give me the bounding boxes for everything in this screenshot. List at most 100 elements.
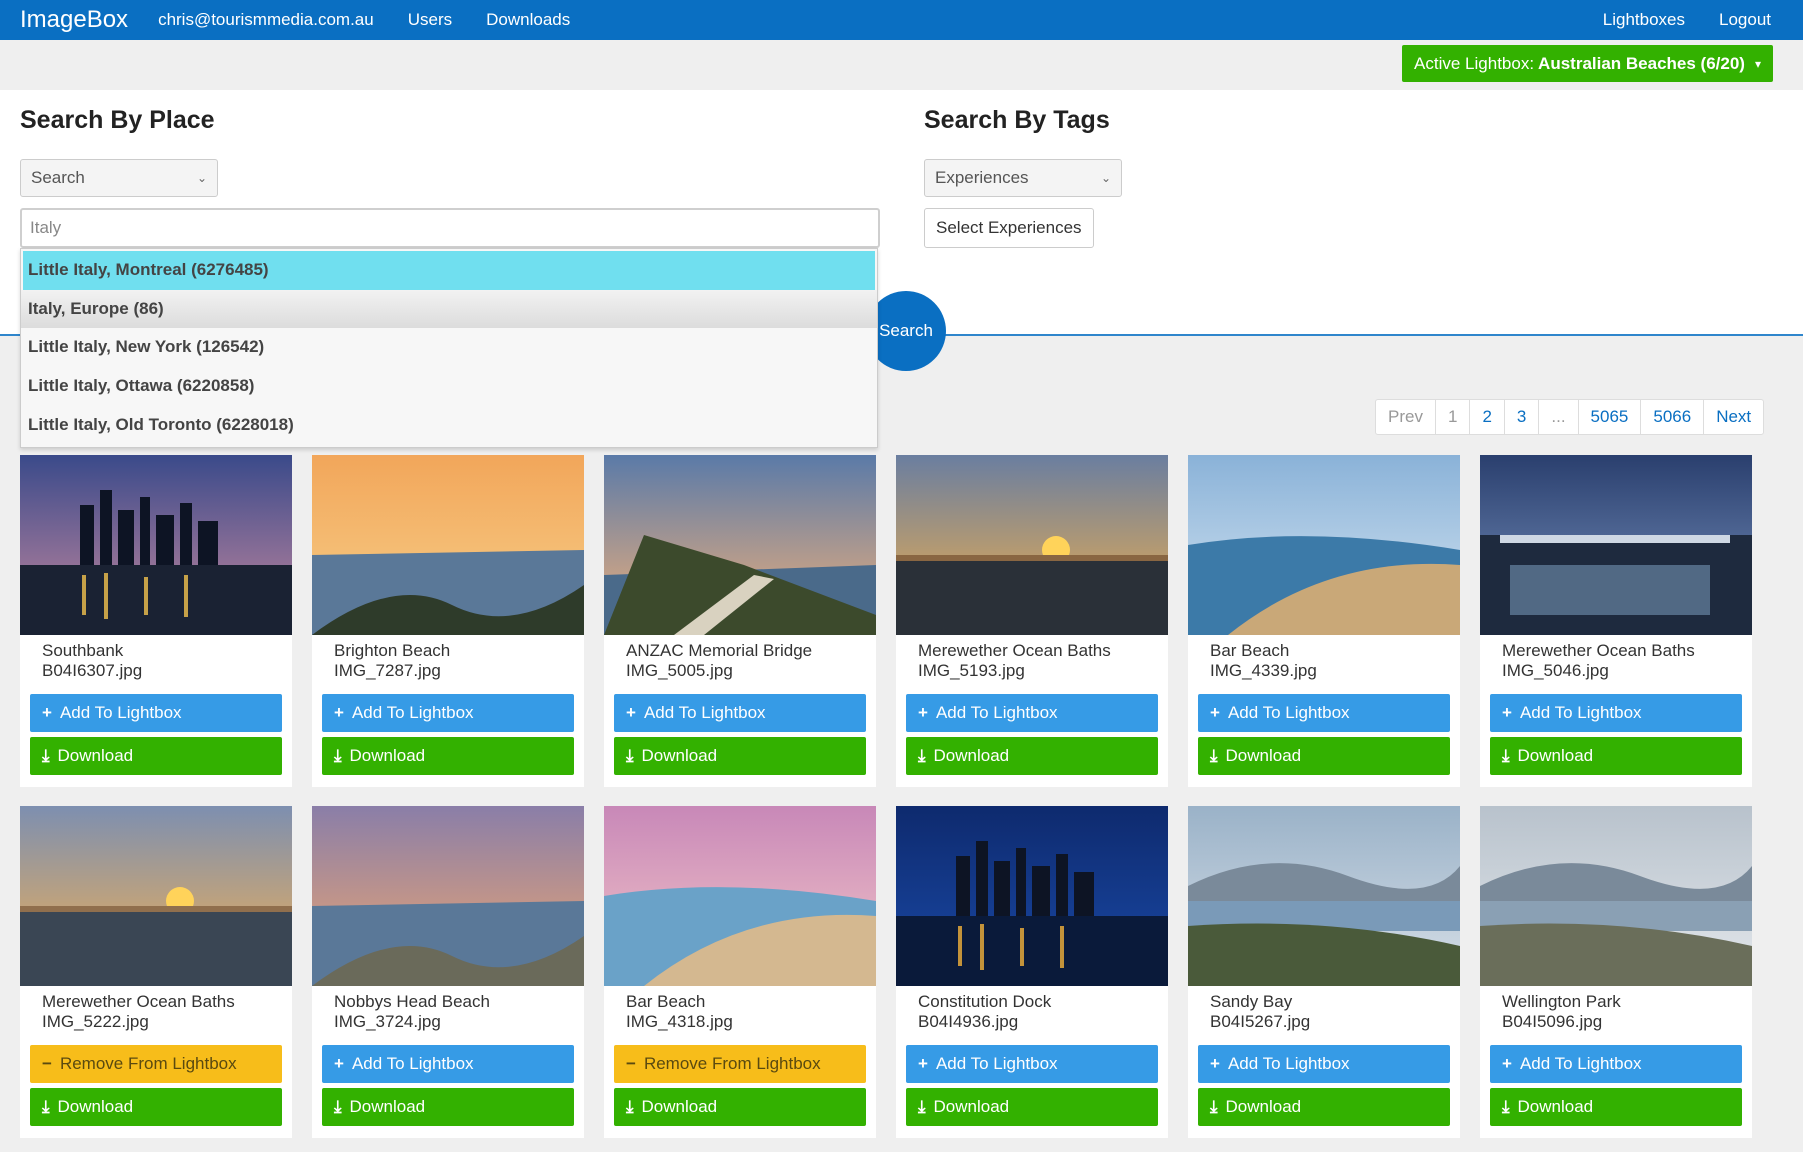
- download-button[interactable]: ⤓ Download: [1198, 737, 1450, 775]
- dropdown-option[interactable]: Little Italy, New York (126542): [21, 328, 877, 367]
- image-filename: IMG_4339.jpg: [1210, 661, 1317, 680]
- image-card: Constitution Dock B04I4936.jpg + Add To …: [896, 806, 1168, 1138]
- download-button[interactable]: ⤓ Download: [30, 1088, 282, 1126]
- minus-icon: −: [42, 1054, 52, 1073]
- image-card: Merewether Ocean Baths IMG_5046.jpg + Ad…: [1480, 455, 1752, 787]
- image-card: Nobbys Head Beach IMG_3724.jpg + Add To …: [312, 806, 584, 1138]
- image-thumbnail[interactable]: [896, 455, 1168, 635]
- image-card: Bar Beach IMG_4318.jpg − Remove From Lig…: [604, 806, 876, 1138]
- pagination-page[interactable]: 5065: [1577, 400, 1641, 434]
- experiences-select[interactable]: Experiences ⌄: [924, 159, 1122, 197]
- add-to-lightbox-button[interactable]: + Add To Lightbox: [322, 1045, 574, 1083]
- image-filename: B04I6307.jpg: [42, 661, 143, 680]
- download-icon: ⤓: [334, 746, 342, 765]
- download-label: Download: [1225, 746, 1302, 765]
- image-thumbnail[interactable]: [20, 806, 292, 986]
- select-experiences-button[interactable]: Select Experiences: [924, 208, 1094, 248]
- search-button[interactable]: Search: [866, 291, 946, 371]
- plus-icon: +: [1502, 703, 1512, 722]
- add-to-lightbox-button[interactable]: + Add To Lightbox: [1490, 694, 1742, 732]
- download-icon: ⤓: [918, 1097, 926, 1116]
- pagination-prev[interactable]: Prev: [1376, 400, 1435, 434]
- add-label: Add To Lightbox: [1519, 703, 1642, 722]
- image-thumbnail[interactable]: [1480, 455, 1752, 635]
- download-icon: ⤓: [42, 1097, 50, 1116]
- active-lightbox-dropdown[interactable]: Active Lightbox: Australian Beaches (6/2…: [1402, 45, 1773, 82]
- image-thumbnail[interactable]: [20, 455, 292, 635]
- nav-logout-link[interactable]: Logout: [1719, 10, 1771, 30]
- image-title: Southbank: [42, 641, 124, 660]
- add-to-lightbox-button[interactable]: + Add To Lightbox: [322, 694, 574, 732]
- remove-from-lightbox-button[interactable]: − Remove From Lightbox: [614, 1045, 866, 1083]
- brand-logo[interactable]: ImageBox: [20, 6, 128, 34]
- plus-icon: +: [626, 703, 636, 722]
- pagination-page[interactable]: 2: [1469, 400, 1503, 434]
- image-thumbnail[interactable]: [896, 806, 1168, 986]
- image-thumbnail[interactable]: [1188, 455, 1460, 635]
- image-thumbnail[interactable]: [604, 806, 876, 986]
- add-to-lightbox-button[interactable]: + Add To Lightbox: [1198, 1045, 1450, 1083]
- pagination-page[interactable]: 3: [1503, 400, 1538, 434]
- download-button[interactable]: ⤓ Download: [30, 737, 282, 775]
- dropdown-option[interactable]: Little Italy, Montreal (6276485): [23, 251, 875, 290]
- image-filename: IMG_4318.jpg: [626, 1012, 733, 1031]
- download-label: Download: [349, 746, 426, 765]
- add-to-lightbox-button[interactable]: + Add To Lightbox: [30, 694, 282, 732]
- image-card: Southbank B04I6307.jpg + Add To Lightbox…: [20, 455, 292, 787]
- remove-from-lightbox-button[interactable]: − Remove From Lightbox: [30, 1045, 282, 1083]
- download-icon: ⤓: [1502, 746, 1510, 765]
- plus-icon: +: [1502, 1054, 1512, 1073]
- minus-icon: −: [626, 1054, 636, 1073]
- dropdown-option[interactable]: Little Italy, Ottawa (6220858): [21, 367, 877, 406]
- image-filename: B04I4936.jpg: [918, 1012, 1019, 1031]
- download-button[interactable]: ⤓ Download: [1490, 737, 1742, 775]
- place-search-select[interactable]: Search ⌄: [20, 159, 218, 197]
- download-icon: ⤓: [626, 1097, 634, 1116]
- add-to-lightbox-button[interactable]: + Add To Lightbox: [1198, 694, 1450, 732]
- download-button[interactable]: ⤓ Download: [906, 737, 1158, 775]
- add-to-lightbox-button[interactable]: + Add To Lightbox: [1490, 1045, 1742, 1083]
- add-to-lightbox-button[interactable]: + Add To Lightbox: [906, 694, 1158, 732]
- download-button[interactable]: ⤓ Download: [1198, 1088, 1450, 1126]
- download-icon: ⤓: [1210, 1097, 1218, 1116]
- plus-icon: +: [918, 703, 928, 722]
- image-thumbnail[interactable]: [312, 806, 584, 986]
- download-button[interactable]: ⤓ Download: [322, 737, 574, 775]
- image-filename: IMG_5005.jpg: [626, 661, 733, 680]
- pagination-page[interactable]: 1: [1434, 400, 1469, 434]
- download-button[interactable]: ⤓ Download: [906, 1088, 1158, 1126]
- add-label: Add To Lightbox: [351, 703, 474, 722]
- pagination-next[interactable]: Next: [1703, 400, 1763, 434]
- image-card: ANZAC Memorial Bridge IMG_5005.jpg + Add…: [604, 455, 876, 787]
- image-filename: IMG_5046.jpg: [1502, 661, 1609, 680]
- image-card: Wellington Park B04I5096.jpg + Add To Li…: [1480, 806, 1752, 1138]
- chevron-down-icon: ⌄: [1100, 171, 1111, 185]
- nav-lightboxes-link[interactable]: Lightboxes: [1603, 10, 1685, 30]
- download-button[interactable]: ⤓ Download: [1490, 1088, 1742, 1126]
- active-lightbox-name: Australian Beaches (6/20): [1538, 53, 1745, 73]
- download-button[interactable]: ⤓ Download: [614, 737, 866, 775]
- nav-user-email[interactable]: chris@tourismmedia.com.au: [158, 10, 374, 30]
- image-filename: IMG_3724.jpg: [334, 1012, 441, 1031]
- plus-icon: +: [918, 1054, 928, 1073]
- image-thumbnail[interactable]: [604, 455, 876, 635]
- search-by-tags-title: Search By Tags: [924, 106, 1110, 134]
- download-icon: ⤓: [42, 746, 50, 765]
- nav-users-link[interactable]: Users: [408, 10, 452, 30]
- image-thumbnail[interactable]: [1188, 806, 1460, 986]
- download-label: Download: [349, 1097, 426, 1116]
- add-to-lightbox-button[interactable]: + Add To Lightbox: [614, 694, 866, 732]
- experiences-select-value: Experiences: [935, 168, 1029, 187]
- nav-downloads-link[interactable]: Downloads: [486, 10, 570, 30]
- plus-icon: +: [42, 703, 52, 722]
- image-title: Merewether Ocean Baths: [42, 992, 235, 1011]
- download-button[interactable]: ⤓ Download: [614, 1088, 866, 1126]
- dropdown-option[interactable]: Italy, Europe (86): [21, 289, 877, 329]
- dropdown-option[interactable]: Little Italy, Old Toronto (6228018): [21, 405, 877, 444]
- add-to-lightbox-button[interactable]: + Add To Lightbox: [906, 1045, 1158, 1083]
- image-thumbnail[interactable]: [312, 455, 584, 635]
- pagination-page[interactable]: 5066: [1640, 400, 1703, 434]
- place-search-input[interactable]: Italy: [20, 208, 880, 248]
- download-button[interactable]: ⤓ Download: [322, 1088, 574, 1126]
- image-thumbnail[interactable]: [1480, 806, 1752, 986]
